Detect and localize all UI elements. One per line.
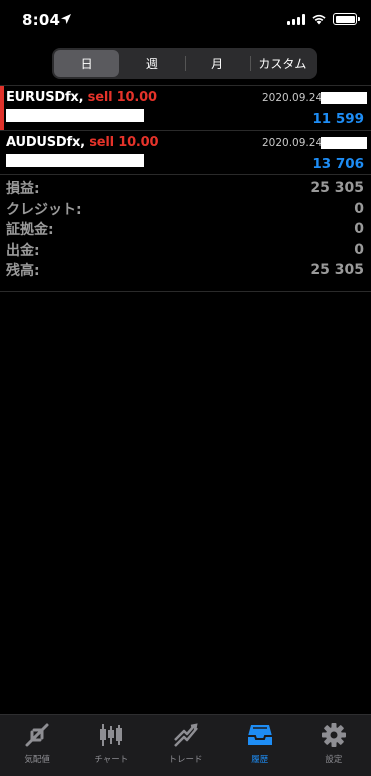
tab-quotes[interactable]: 気配値	[0, 715, 74, 776]
summary-label: 損益:	[6, 181, 40, 198]
summary-label: クレジット:	[6, 201, 82, 218]
selected-marker	[0, 86, 4, 130]
deal-row[interactable]: EURUSDfx, sell 10.00 2020.09.24 11 599	[0, 86, 371, 130]
trade-icon	[173, 723, 198, 747]
summary-value: 25 305	[310, 180, 364, 197]
chart-icon	[100, 724, 123, 746]
divider	[0, 174, 371, 175]
deal-profit: 11 599	[312, 111, 364, 127]
redacted-block	[321, 92, 367, 104]
tab-label: 履歴	[251, 755, 269, 765]
deal-symbol: AUDUSDfx,	[6, 135, 85, 150]
status-time: 8:04	[22, 11, 61, 29]
location-arrow-icon	[61, 14, 71, 24]
summary-row-deposit: 証拠金: 0	[0, 219, 371, 240]
summary-value: 25 305	[310, 262, 364, 279]
deal-action: sell 10.00	[89, 135, 159, 150]
battery-icon	[333, 13, 360, 25]
deal-title: AUDUSDfx, sell 10.00	[6, 135, 159, 150]
bottom-tab-bar: 気配値 チャート トレード 履歴 設定	[0, 714, 371, 776]
summary-label: 証拠金:	[6, 222, 54, 239]
deal-profit: 13 706	[312, 156, 364, 172]
period-tab-month[interactable]: 月	[184, 50, 250, 77]
quotes-icon	[25, 723, 49, 747]
divider	[0, 291, 371, 292]
cellular-signal-icon	[287, 13, 305, 25]
deal-title: EURUSDfx, sell 10.00	[6, 90, 157, 105]
summary-row-profit: 損益: 25 305	[0, 178, 371, 199]
gear-icon	[321, 723, 346, 747]
status-bar: 8:04	[0, 0, 371, 40]
summary-label: 残高:	[6, 263, 40, 280]
tab-chart[interactable]: チャート	[74, 715, 148, 776]
tab-trade[interactable]: トレード	[148, 715, 222, 776]
deal-date: 2020.09.24	[262, 137, 323, 149]
wifi-icon	[312, 14, 326, 25]
period-tab-custom[interactable]: カスタム	[249, 50, 315, 77]
tab-label: トレード	[168, 755, 203, 765]
tab-settings[interactable]: 設定	[297, 715, 371, 776]
summary-value: 0	[354, 241, 364, 258]
tab-history[interactable]: 履歴	[223, 715, 297, 776]
deal-symbol: EURUSDfx,	[6, 90, 84, 105]
redacted-block	[321, 137, 367, 149]
summary-row-withdrawal: 出金: 0	[0, 240, 371, 261]
deal-action: sell 10.00	[87, 90, 157, 105]
history-icon	[247, 725, 272, 745]
summary-value: 0	[354, 200, 364, 217]
summary-row-credit: クレジット: 0	[0, 199, 371, 220]
summary-section: 損益: 25 305 クレジット: 0 証拠金: 0 出金: 0 残高: 25 …	[0, 178, 371, 281]
period-tab-day[interactable]: 日	[54, 50, 120, 77]
period-segmented-control: 日 週 月 カスタム	[52, 48, 317, 79]
deal-date: 2020.09.24	[262, 92, 323, 104]
redacted-block	[6, 109, 144, 122]
deal-row[interactable]: AUDUSDfx, sell 10.00 2020.09.24 13 706	[0, 131, 371, 175]
tab-label: 気配値	[24, 755, 50, 765]
summary-row-balance: 残高: 25 305	[0, 260, 371, 281]
summary-label: 出金:	[6, 242, 40, 259]
redacted-block	[6, 154, 144, 167]
period-tab-week[interactable]: 週	[119, 50, 184, 77]
tab-label: 設定	[325, 755, 343, 765]
tab-label: チャート	[94, 755, 129, 765]
summary-value: 0	[354, 221, 364, 238]
